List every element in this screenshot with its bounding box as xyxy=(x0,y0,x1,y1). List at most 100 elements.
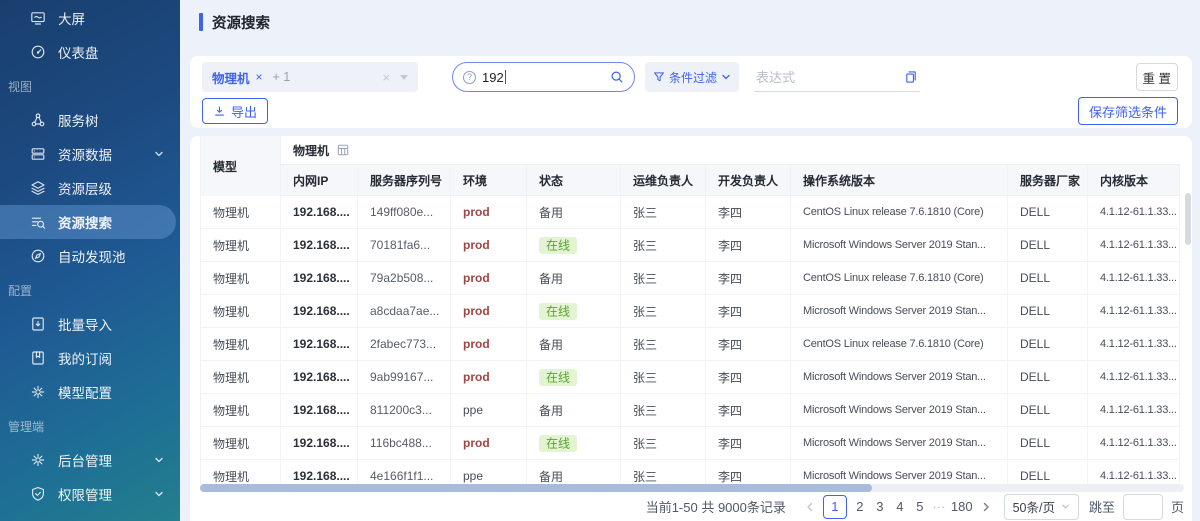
sidebar-item-dashboard[interactable]: 仪表盘 xyxy=(0,35,180,69)
select-clear-icon[interactable]: × xyxy=(382,70,390,85)
sidebar-item-service-tree[interactable]: 服务树 xyxy=(0,103,180,137)
save-filter-button[interactable]: 保存筛选条件 xyxy=(1078,97,1178,125)
table-row[interactable]: 物理机192.168....4e166f1f1...ppe备用张三李四Micro… xyxy=(200,460,1180,484)
cell-dev: 李四 xyxy=(706,295,791,328)
table-scroll-area: 模型 物理机 内网IP服务器序列号环境状态运维负责人开发负责人操作系统版本服务器… xyxy=(200,136,1190,484)
cell-ops: 张三 xyxy=(621,460,706,484)
sidebar-item-batch-import[interactable]: 批量导入 xyxy=(0,307,180,341)
cell-model: 物理机 xyxy=(200,229,281,262)
prev-page-icon[interactable] xyxy=(800,502,820,512)
bookmark-icon xyxy=(30,350,46,366)
select-caret-icon[interactable] xyxy=(400,75,408,84)
search-list-icon xyxy=(30,214,46,230)
cell-vendor: DELL xyxy=(1008,229,1088,262)
column-header-model: 模型 xyxy=(200,136,281,196)
tag-remove-icon[interactable]: × xyxy=(256,70,263,84)
cell-env: prod xyxy=(451,427,527,460)
cell-env: ppe xyxy=(451,394,527,427)
table-row[interactable]: 物理机192.168....2fabec773...prod备用张三李四Cent… xyxy=(200,328,1180,361)
cell-ip: 192.168.... xyxy=(281,262,358,295)
horizontal-scrollbar[interactable] xyxy=(200,484,1184,492)
column-header-6: 开发负责人 xyxy=(706,165,791,196)
cell-os: Microsoft Windows Server 2019 Stan... xyxy=(791,427,1008,460)
pagination-ellipsis[interactable]: ··· xyxy=(930,499,948,514)
cell-vendor: DELL xyxy=(1008,196,1088,229)
search-icon[interactable] xyxy=(610,70,624,84)
compass-icon xyxy=(30,248,46,264)
cell-serial: 811200c3... xyxy=(358,394,451,427)
sidebar-item-resource-level[interactable]: 资源层级 xyxy=(0,171,180,205)
sidebar-item-big-screen[interactable]: 大屏 xyxy=(0,1,180,35)
cell-status: 在线 xyxy=(527,361,621,394)
shield-icon xyxy=(30,486,46,502)
table-row[interactable]: 物理机192.168....149ff080e...prod备用张三李四Cent… xyxy=(200,196,1180,229)
cell-dev: 李四 xyxy=(706,229,791,262)
resource-table: 模型 物理机 内网IP服务器序列号环境状态运维负责人开发负责人操作系统版本服务器… xyxy=(200,136,1180,484)
cell-kernel: 4.1.12-61.1.33... xyxy=(1088,328,1180,361)
search-value[interactable]: 192 xyxy=(482,70,504,85)
sidebar-item-model-config[interactable]: 模型配置 xyxy=(0,375,180,409)
chevron-down-icon[interactable] xyxy=(154,455,164,465)
page-button-4[interactable]: 4 xyxy=(891,495,909,519)
horizontal-scrollbar-thumb[interactable] xyxy=(200,484,872,492)
expression-snippet-icon[interactable] xyxy=(904,70,918,84)
title-accent-bar xyxy=(199,13,203,31)
cell-kernel: 4.1.12-61.1.33... xyxy=(1088,196,1180,229)
model-more-count: + 1 xyxy=(273,70,291,84)
cell-ip: 192.168.... xyxy=(281,196,358,229)
sidebar-item-label: 资源搜索 xyxy=(58,212,112,232)
status-badge: 备用 xyxy=(539,272,563,286)
expression-input[interactable]: 表达式 xyxy=(754,62,920,92)
cell-status: 在线 xyxy=(527,295,621,328)
reset-button[interactable]: 重 置 xyxy=(1136,63,1178,91)
table-row[interactable]: 物理机192.168....116bc488...prod在线张三李四Micro… xyxy=(200,427,1180,460)
cell-ops: 张三 xyxy=(621,328,706,361)
sidebar-item-backend-admin[interactable]: 后台管理 xyxy=(0,443,180,477)
sidebar-item-permission-admin[interactable]: 权限管理 xyxy=(0,477,180,511)
pagination: 当前1-50 共 9000条记录12345···18050条/页跳至页 xyxy=(190,492,1192,521)
vertical-scrollbar[interactable] xyxy=(1185,193,1191,245)
cell-env: prod xyxy=(451,361,527,394)
page-size-select[interactable]: 50条/页 xyxy=(1004,494,1079,520)
page-size-value: 50条/页 xyxy=(1013,497,1055,516)
next-page-icon[interactable] xyxy=(976,502,996,512)
search-input-box[interactable]: ? 192 xyxy=(452,62,635,92)
selected-model-tag[interactable]: 物理机× xyxy=(212,68,263,87)
condition-filter-dropdown[interactable]: 条件过滤 xyxy=(645,62,739,92)
expression-placeholder: 表达式 xyxy=(756,67,795,86)
sidebar-item-auto-discovery[interactable]: 自动发现池 xyxy=(0,239,180,273)
env-value: prod xyxy=(463,370,490,384)
sidebar-item-resource-data[interactable]: 资源数据 xyxy=(0,137,180,171)
cell-model: 物理机 xyxy=(200,328,281,361)
cell-vendor: DELL xyxy=(1008,295,1088,328)
page-button-3[interactable]: 3 xyxy=(871,495,889,519)
cell-vendor: DELL xyxy=(1008,394,1088,427)
chevron-down-icon[interactable] xyxy=(154,149,164,159)
table-row[interactable]: 物理机192.168....70181fa6...prod在线张三李四Micro… xyxy=(200,229,1180,262)
page-header: 资源搜索 xyxy=(180,0,1200,44)
table-grid-icon[interactable] xyxy=(337,144,349,156)
table-row[interactable]: 物理机192.168....a8cdaa7ae...prod在线张三李四Micr… xyxy=(200,295,1180,328)
cell-kernel: 4.1.12-61.1.33... xyxy=(1088,394,1180,427)
filter-row-2: 导出 保存筛选条件 xyxy=(202,98,1178,124)
table-row[interactable]: 物理机192.168....79a2b508...prod备用张三李四CentO… xyxy=(200,262,1180,295)
model-select[interactable]: 物理机× + 1 × xyxy=(202,62,418,92)
cell-env: prod xyxy=(451,295,527,328)
sidebar-item-my-subscription[interactable]: 我的订阅 xyxy=(0,341,180,375)
jump-page-input[interactable] xyxy=(1123,494,1163,520)
page-button-180[interactable]: 180 xyxy=(949,495,975,519)
page-button-1[interactable]: 1 xyxy=(823,495,847,519)
page-button-2[interactable]: 2 xyxy=(851,495,869,519)
table-row[interactable]: 物理机192.168....811200c3...ppe备用张三李四Micros… xyxy=(200,394,1180,427)
sidebar-item-resource-search[interactable]: 资源搜索 xyxy=(0,205,176,239)
export-button[interactable]: 导出 xyxy=(202,98,268,124)
pagination-summary: 当前1-50 共 9000条记录 xyxy=(646,497,786,516)
filter-row-1: 物理机× + 1 × ? 192 条件过滤 表达式 重 置 xyxy=(202,62,1178,92)
chevron-down-icon[interactable] xyxy=(154,489,164,499)
sidebar-section-label: 视图 xyxy=(0,69,180,103)
cell-model: 物理机 xyxy=(200,427,281,460)
gear-icon xyxy=(30,452,46,468)
table-row[interactable]: 物理机192.168....9ab99167...prod在线张三李四Micro… xyxy=(200,361,1180,394)
column-header-2: 服务器序列号 xyxy=(358,165,451,196)
page-button-5[interactable]: 5 xyxy=(911,495,929,519)
